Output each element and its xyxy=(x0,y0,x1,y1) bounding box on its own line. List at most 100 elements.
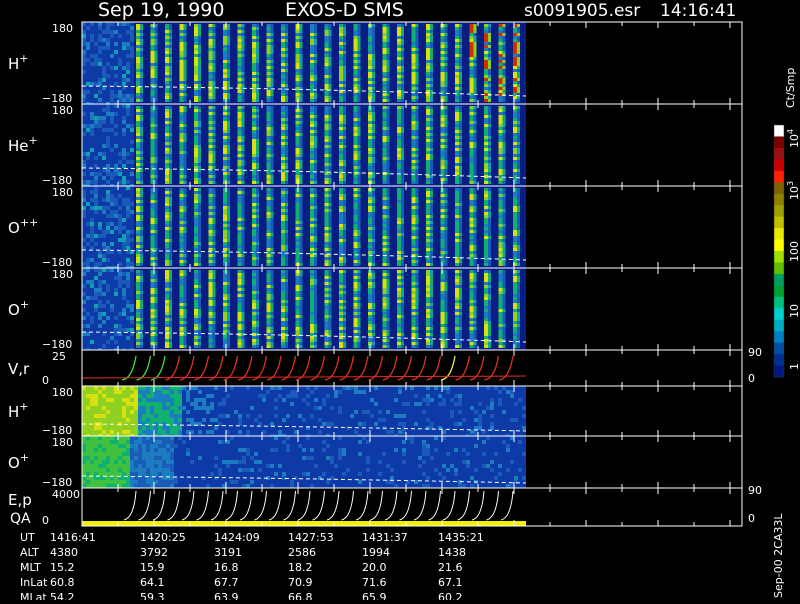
spectrogram-stripe xyxy=(237,163,242,166)
spectrogram-stripe xyxy=(208,118,213,121)
spectrogram-stripe xyxy=(397,239,401,242)
spectrogram-stripe xyxy=(136,42,140,45)
spectrogram-stripe-edge xyxy=(488,33,491,36)
spectrogram-stripe-edge xyxy=(459,69,462,72)
spectrogram-stripe-edge xyxy=(386,245,390,248)
spectrogram-stripe-edge xyxy=(357,39,361,42)
spectrogram-stripe xyxy=(324,24,329,27)
spectrogram-stripe xyxy=(252,78,256,81)
spectrogram-stripe xyxy=(513,169,517,172)
spectrogram-stripe-edge xyxy=(314,230,317,233)
spectrogram-stripe xyxy=(223,33,227,36)
spectrogram-stripe xyxy=(208,263,213,266)
spectrogram-cell xyxy=(86,234,90,238)
spectrogram-stripe-edge xyxy=(415,154,419,157)
spectrogram-stripe-edge xyxy=(212,84,216,87)
spectrogram-stripe-edge xyxy=(154,236,158,239)
spectrogram-stripe xyxy=(266,45,271,48)
spectrogram-stripe xyxy=(295,209,300,212)
spectrogram-cell xyxy=(110,148,114,152)
spectrogram-stripe-edge xyxy=(198,54,201,57)
spectrogram-stripe-edge xyxy=(386,194,390,197)
spectrogram-cell xyxy=(118,140,122,144)
spectrogram-stripe-edge xyxy=(328,263,332,266)
spectrogram-stripe xyxy=(194,191,198,194)
spectrogram-stripe-edge xyxy=(328,242,332,245)
spectrogram-cell xyxy=(86,250,90,254)
spectrogram-stripe xyxy=(397,121,401,124)
spectrogram-stripe xyxy=(498,160,503,163)
spectrogram-stripe-edge xyxy=(227,239,230,242)
spectrogram-cell xyxy=(118,46,122,50)
spectrogram-stripe xyxy=(498,203,503,206)
spectrogram-stripe xyxy=(469,194,474,197)
spectrogram-stripe-edge xyxy=(227,54,230,57)
spectrogram-cell xyxy=(122,238,126,242)
spectrogram-stripe xyxy=(353,248,358,251)
spectrogram-stripe-edge xyxy=(183,260,187,263)
spectrogram-stripe xyxy=(252,248,256,251)
spectrogram-stripe-edge xyxy=(154,39,158,42)
spectrogram-stripe xyxy=(252,175,256,178)
spectrogram-stripe xyxy=(252,254,256,257)
spectrogram-cell xyxy=(106,202,110,206)
spectrogram-stripe xyxy=(469,136,474,139)
spectrogram-stripe xyxy=(469,206,474,209)
spectrogram-stripe xyxy=(136,148,140,151)
spectrogram-stripe-edge xyxy=(415,236,419,239)
spectrogram-stripe xyxy=(513,157,517,160)
spectrogram-stripe-edge xyxy=(502,66,506,69)
spectrogram-stripe-edge xyxy=(256,127,259,130)
spectrogram-stripe xyxy=(237,27,242,30)
spectrogram-stripe xyxy=(237,218,242,221)
spectrogram-stripe-edge xyxy=(372,169,375,172)
spectrogram-stripe-edge xyxy=(343,51,346,54)
spectrogram-stripe-edge xyxy=(227,260,230,263)
spectrogram-stripe xyxy=(368,112,372,115)
spectrogram-stripe-edge xyxy=(198,121,201,124)
spectrogram-stripe-edge xyxy=(459,242,462,245)
spectrogram-stripe-edge xyxy=(314,139,317,142)
spectrogram-stripe-edge xyxy=(241,48,245,51)
spectrogram-stripe xyxy=(194,236,198,239)
spectrogram-stripe-edge xyxy=(256,30,259,33)
spectrogram-stripe xyxy=(513,63,517,66)
spectrogram-cell xyxy=(126,198,130,202)
spectrogram-stripe-edge xyxy=(227,33,230,36)
spectrogram-cell xyxy=(90,246,94,250)
spectrogram-stripe-edge xyxy=(415,163,419,166)
spectrogram-stripe-edge xyxy=(401,42,404,45)
spectrogram-stripe xyxy=(484,254,488,257)
spectrogram-stripe-edge xyxy=(256,178,259,181)
header-time: 14:16:41 xyxy=(660,1,736,21)
spectrogram-stripe xyxy=(339,157,343,160)
spectrogram-cell xyxy=(110,124,114,128)
spectrogram-stripe xyxy=(382,248,387,251)
spectrogram-cell xyxy=(114,30,118,34)
spectrogram-stripe xyxy=(484,212,488,215)
spectrogram-stripe-edge xyxy=(183,45,187,48)
spectrogram-cell xyxy=(110,30,114,34)
spectrogram-stripe xyxy=(498,130,503,133)
spectrogram-stripe xyxy=(484,112,488,115)
spectrogram-stripe-edge xyxy=(227,230,230,233)
spectrogram-stripe-edge xyxy=(314,63,317,66)
spectrogram-cell xyxy=(102,90,106,94)
spectrogram-stripe-edge xyxy=(488,84,491,87)
spectrogram-stripe-edge xyxy=(444,145,448,148)
spectrogram-stripe xyxy=(339,209,343,212)
spectrogram-stripe-edge xyxy=(459,200,462,203)
spectrogram-stripe xyxy=(339,181,343,184)
spectrogram-stripe xyxy=(252,24,256,27)
spectrogram-stripe xyxy=(165,227,169,230)
spectrogram-stripe xyxy=(324,115,329,118)
spectrogram-stripe-edge xyxy=(502,154,506,157)
spectrogram-stripe xyxy=(136,227,140,230)
spectrogram-stripe-edge xyxy=(488,51,491,54)
spectrogram-cell xyxy=(130,258,134,262)
spectrogram-stripe xyxy=(498,121,503,124)
spectrogram-stripe-edge xyxy=(517,66,520,69)
spectrogram-stripe xyxy=(223,139,227,142)
spectrogram-cell xyxy=(118,214,122,218)
spectrogram-stripe-edge xyxy=(154,191,158,194)
